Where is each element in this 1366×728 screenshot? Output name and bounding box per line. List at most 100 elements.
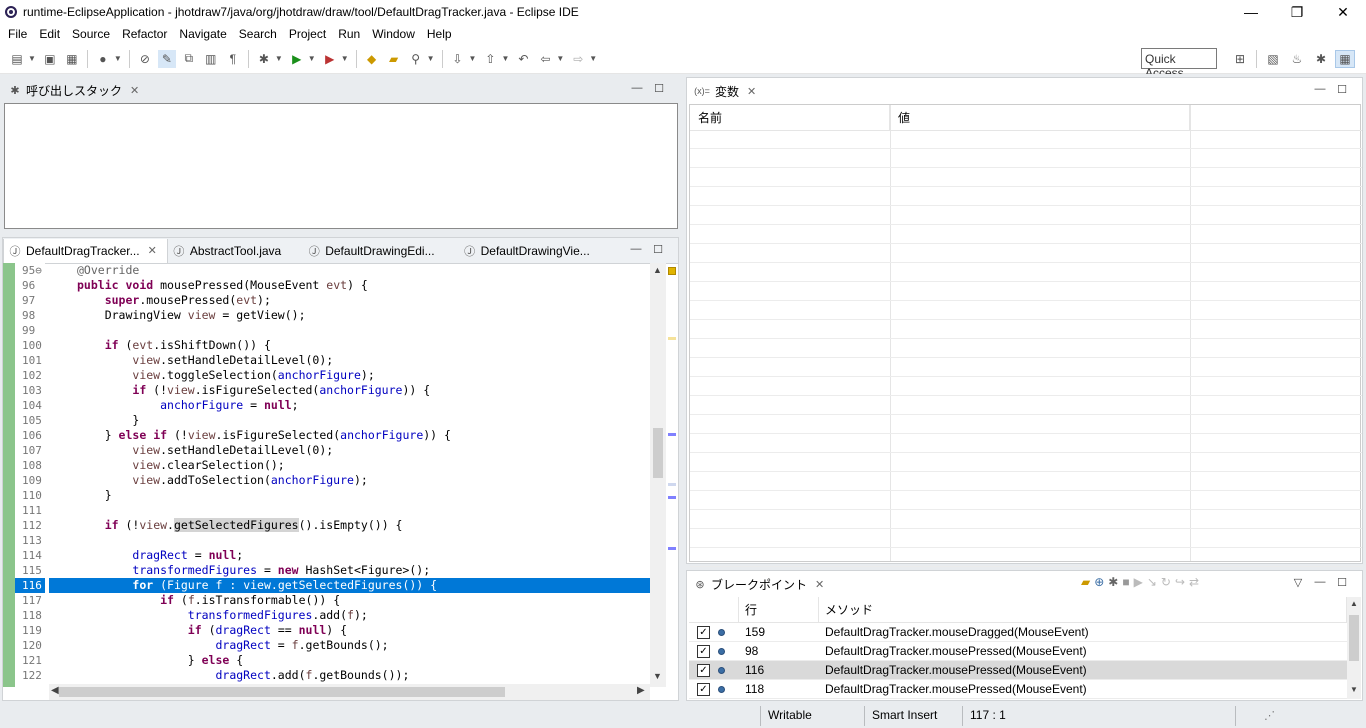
table-row-selected[interactable]: ✓ 116 DefaultDragTracker.mousePressed(Mo… xyxy=(689,661,1347,680)
debug-icon[interactable]: ✱ xyxy=(255,50,273,68)
link-icon[interactable]: ⊕ xyxy=(1094,575,1104,589)
chevron-down-icon[interactable]: ▼ xyxy=(275,54,283,63)
block-selection-icon[interactable]: ⧉ xyxy=(180,50,198,68)
menu-edit[interactable]: Edit xyxy=(35,27,64,41)
chevron-down-icon[interactable]: ▼ xyxy=(589,54,597,63)
show-whitespace-icon[interactable]: ¶ xyxy=(224,50,242,68)
menu-project[interactable]: Project xyxy=(285,27,330,41)
breakpoint-marker[interactable] xyxy=(668,547,676,550)
menu-file[interactable]: File xyxy=(4,27,31,41)
drop-frame-icon[interactable]: ⇄ xyxy=(1189,575,1199,589)
last-edit-icon[interactable]: ↶ xyxy=(514,50,532,68)
chevron-up-icon[interactable]: ▲ xyxy=(653,265,662,275)
occurrence-marker[interactable] xyxy=(668,337,676,340)
maximize-view-button[interactable]: ☐ xyxy=(653,82,665,95)
minimize-view-button[interactable]: — xyxy=(631,82,643,95)
line-number-ruler[interactable]: 95⊖ 96 97 98 99 100 101 102 103 104 105 106 107 108 10… xyxy=(15,263,45,687)
close-icon[interactable]: ✕ xyxy=(148,244,157,257)
column-header-value[interactable]: 値 xyxy=(890,105,1190,131)
editor-horizontal-scrollbar[interactable]: ◀ ▶ xyxy=(49,684,650,700)
forward-icon[interactable]: ⇨ xyxy=(569,50,587,68)
chevron-down-icon[interactable]: ▼ xyxy=(1350,685,1358,694)
menu-run[interactable]: Run xyxy=(334,27,364,41)
column-header-line[interactable]: 行 xyxy=(739,597,819,623)
chevron-down-icon[interactable]: ▼ xyxy=(308,54,316,63)
tab-default-drag-tracker[interactable]: Ⓙ DefaultDragTracker... ✕ xyxy=(3,238,168,263)
skip-breakpoints-icon[interactable]: ⊘ xyxy=(136,50,154,68)
scrollbar-thumb[interactable] xyxy=(1349,615,1359,661)
save-icon[interactable]: ▣ xyxy=(41,50,59,68)
enabled-checkbox[interactable]: ✓ xyxy=(697,644,710,658)
debug-perspective-icon[interactable]: ✱ xyxy=(1311,50,1331,68)
variables-table[interactable]: 名前 値 xyxy=(689,104,1362,567)
breakpoint-marker[interactable] xyxy=(668,433,676,436)
minimize-view-button[interactable]: — xyxy=(630,243,642,256)
table-row[interactable]: ✓ 98 DefaultDragTracker.mousePressed(Mou… xyxy=(689,642,1347,661)
chevron-down-icon[interactable]: ▼ xyxy=(341,54,349,63)
stop-icon[interactable]: ■ xyxy=(1122,575,1129,589)
enabled-checkbox[interactable]: ✓ xyxy=(697,625,710,639)
new-icon[interactable]: ▤ xyxy=(8,50,26,68)
warning-marker[interactable] xyxy=(668,267,676,275)
debug-icon[interactable]: ✱ xyxy=(1108,575,1118,589)
tab-breakpoints[interactable]: ⊛ ブレークポイント ✕ xyxy=(687,571,830,597)
step-over-icon[interactable]: ▶ xyxy=(1134,575,1143,589)
open-perspective-icon[interactable]: ⊞ xyxy=(1230,50,1250,68)
restore-button[interactable]: ❐ xyxy=(1274,0,1320,24)
maximize-view-button[interactable]: ☐ xyxy=(652,243,664,256)
maximize-view-button[interactable]: ☐ xyxy=(1336,576,1348,589)
chevron-up-icon[interactable]: ▲ xyxy=(1350,599,1358,608)
mark-occurrences-icon[interactable]: ✎ xyxy=(157,49,176,68)
editor-vertical-scrollbar[interactable]: ▲ ▼ xyxy=(650,263,666,687)
status-cursor-position[interactable]: 117 : 1 xyxy=(970,708,1006,722)
close-icon[interactable]: ✕ xyxy=(130,84,139,97)
external-tools-icon[interactable]: ▶ xyxy=(321,50,339,68)
quick-access-field[interactable]: Quick Access xyxy=(1141,48,1217,80)
tab-call-stack[interactable]: ✱ 呼び出しスタック ✕ xyxy=(2,77,145,103)
code-area[interactable]: @Override public void mousePressed(Mouse… xyxy=(49,263,650,687)
menu-search[interactable]: Search xyxy=(235,27,281,41)
menu-refactor[interactable]: Refactor xyxy=(118,27,171,41)
minimize-view-button[interactable]: — xyxy=(1314,83,1326,96)
column-header-name[interactable]: 名前 xyxy=(690,105,890,131)
skip-icon[interactable]: ↪ xyxy=(1175,575,1185,589)
breakpoint-marker[interactable] xyxy=(668,496,676,499)
close-icon[interactable]: ✕ xyxy=(747,85,756,98)
chevron-down-icon[interactable]: ▼ xyxy=(114,54,122,63)
close-icon[interactable]: ✕ xyxy=(815,578,824,591)
chevron-down-icon[interactable]: ▼ xyxy=(556,54,564,63)
column-header-method[interactable]: メソッド xyxy=(819,597,1347,623)
java-perspective-icon[interactable]: ♨ xyxy=(1287,50,1307,68)
overview-ruler[interactable] xyxy=(666,263,678,687)
tab-abstract-tool[interactable]: Ⓙ AbstractTool.java xyxy=(168,239,291,263)
chevron-left-icon[interactable]: ◀ xyxy=(51,685,59,696)
save-all-icon[interactable]: ▦ xyxy=(63,50,81,68)
chevron-down-icon[interactable]: ▼ xyxy=(653,671,662,681)
enabled-checkbox[interactable]: ✓ xyxy=(697,682,710,696)
open-type-icon[interactable]: ◆ xyxy=(363,50,381,68)
chevron-down-icon[interactable]: ▼ xyxy=(28,54,36,63)
current-perspective-icon[interactable]: ▦ xyxy=(1335,50,1355,68)
previous-annotation-icon[interactable]: ⇧ xyxy=(481,50,499,68)
user-icon[interactable]: ● xyxy=(94,50,112,68)
run-icon[interactable]: ▶ xyxy=(288,50,306,68)
back-icon[interactable]: ⇦ xyxy=(536,50,554,68)
annotation-ruler[interactable] xyxy=(3,263,15,687)
enabled-checkbox[interactable]: ✓ xyxy=(697,663,710,677)
call-stack-content[interactable] xyxy=(4,103,678,229)
resource-perspective-icon[interactable]: ▧ xyxy=(1263,50,1283,68)
scrollbar-thumb[interactable] xyxy=(59,687,505,697)
scrollbar-thumb[interactable] xyxy=(653,428,663,478)
status-insert-mode[interactable]: Smart Insert xyxy=(872,708,937,722)
next-annotation-icon[interactable]: ⇩ xyxy=(449,50,467,68)
search-icon[interactable]: ⚲ xyxy=(407,50,425,68)
occurrence-marker[interactable] xyxy=(668,483,676,486)
step-into-icon[interactable]: ↘ xyxy=(1147,575,1157,589)
open-folder-icon[interactable]: ▰ xyxy=(1081,575,1090,589)
tab-variables[interactable]: (x)= 変数 ✕ xyxy=(687,78,762,104)
chevron-down-icon[interactable]: ▼ xyxy=(427,54,435,63)
close-button[interactable]: ✕ xyxy=(1320,0,1366,24)
table-row[interactable]: ✓ 118 DefaultDragTracker.mousePressed(Mo… xyxy=(689,680,1347,699)
open-folder-icon[interactable]: ▰ xyxy=(385,50,403,68)
menu-source[interactable]: Source xyxy=(68,27,114,41)
